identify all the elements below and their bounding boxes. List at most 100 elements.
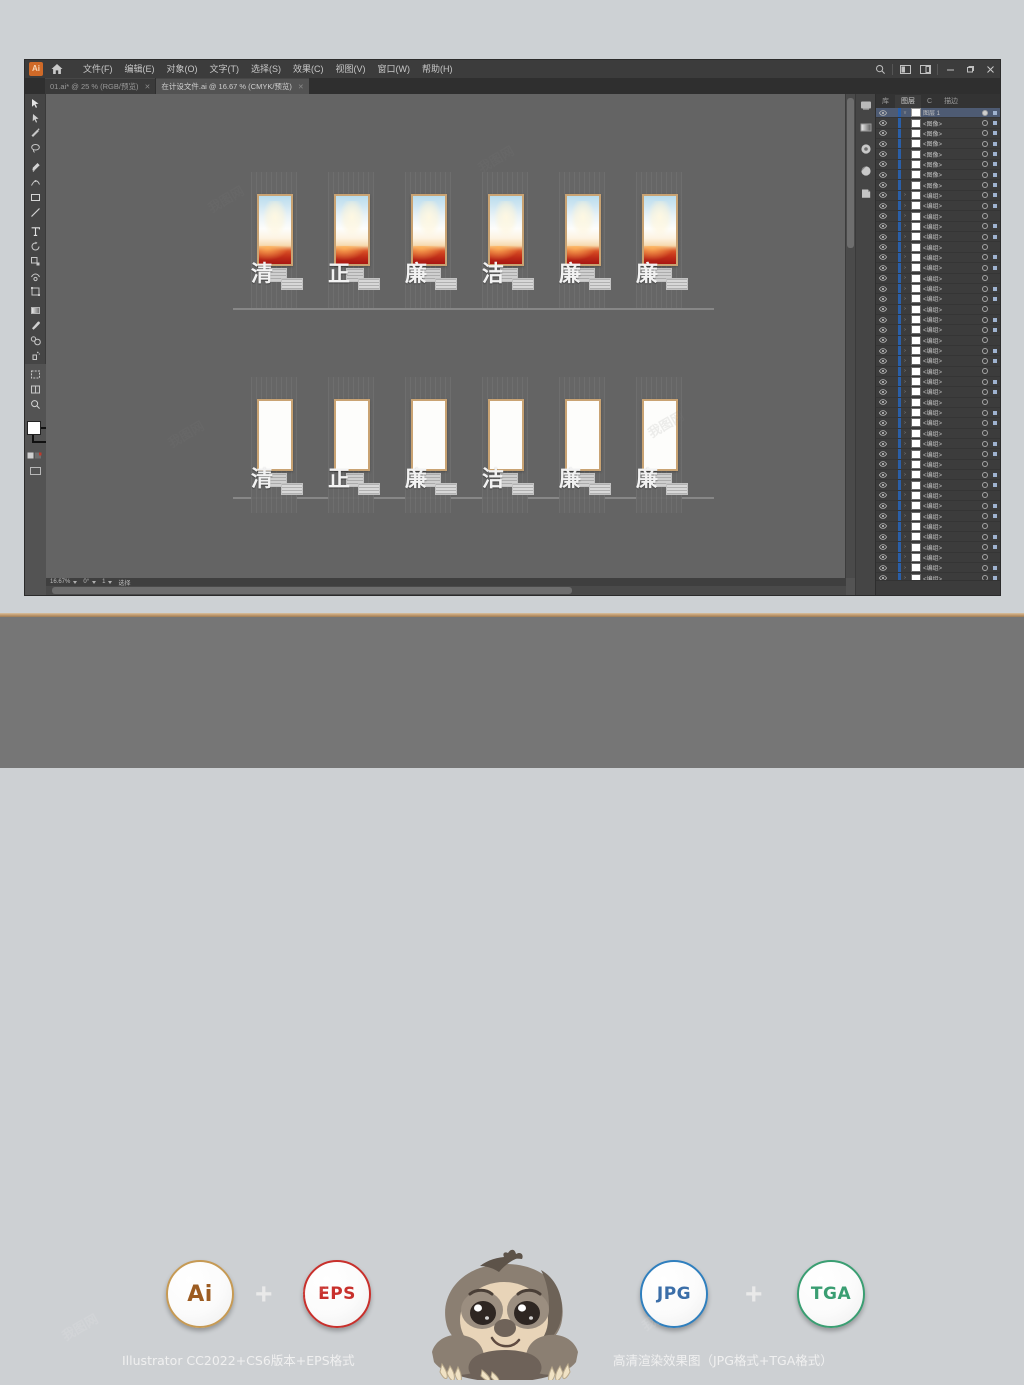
scale-tool[interactable]	[25, 254, 45, 269]
poster-frame[interactable]	[334, 194, 370, 266]
chevron-right-icon[interactable]: ›	[901, 379, 909, 385]
chevron-right-icon[interactable]: ›	[901, 513, 909, 519]
close-icon[interactable]: ✕	[144, 83, 150, 91]
poster-frame[interactable]	[565, 399, 601, 471]
banner-unit[interactable]: 廉	[559, 377, 617, 513]
menu-edit[interactable]: 编辑(E)	[119, 60, 161, 78]
target-indicator[interactable]	[980, 295, 990, 302]
artboard[interactable]: 清正廉洁廉廉清正廉洁廉廉	[46, 94, 855, 578]
target-indicator[interactable]	[980, 223, 990, 230]
eye-icon[interactable]	[876, 461, 889, 468]
workspace-icon[interactable]	[915, 60, 935, 78]
chevron-right-icon[interactable]: ›	[901, 213, 909, 219]
target-indicator[interactable]	[980, 388, 990, 395]
eye-icon[interactable]	[876, 368, 889, 375]
eye-icon[interactable]	[876, 316, 889, 323]
chevron-right-icon[interactable]: ›	[901, 544, 909, 550]
rotation-value[interactable]: 0°	[83, 579, 97, 585]
target-indicator[interactable]	[980, 254, 990, 261]
target-indicator[interactable]	[980, 326, 990, 333]
menu-select[interactable]: 选择(S)	[245, 60, 287, 78]
chevron-right-icon[interactable]: ›	[901, 192, 909, 198]
layer-row[interactable]: › <编组>	[876, 190, 1000, 202]
search-icon[interactable]	[870, 60, 890, 78]
layer-row[interactable]: <图像>	[876, 170, 1000, 181]
eye-icon[interactable]	[876, 564, 889, 571]
eye-icon[interactable]	[876, 265, 889, 271]
layer-row[interactable]: v 图层 1	[876, 108, 1000, 119]
menu-file[interactable]: 文件(F)	[77, 60, 119, 78]
panel-tab-properties[interactable]: 库	[876, 95, 895, 108]
zoom-tool[interactable]	[25, 397, 45, 412]
layers-panel-footer[interactable]	[876, 580, 1000, 595]
eyedropper-tool[interactable]	[25, 318, 45, 333]
layer-row[interactable]: › <编组>	[876, 366, 1000, 377]
layer-row[interactable]: › <编组>	[876, 439, 1000, 450]
free-transform-tool[interactable]	[25, 284, 45, 299]
chevron-right-icon[interactable]: ›	[901, 244, 909, 250]
rectangle-tool[interactable]	[25, 190, 45, 205]
banner-unit[interactable]: 廉	[636, 172, 694, 308]
eye-icon[interactable]	[876, 482, 889, 488]
curvature-tool[interactable]	[25, 175, 45, 190]
eye-icon[interactable]	[876, 378, 889, 385]
chevron-right-icon[interactable]: ›	[901, 317, 909, 323]
zoom-level[interactable]: 16.67%	[50, 579, 78, 585]
eye-icon[interactable]	[876, 120, 889, 126]
close-icon[interactable]	[980, 60, 1000, 78]
layers-list[interactable]: v 图层 1 <图像> <图像> <图像> <图像> <图像> <图像> <图像> › <编组> › <…	[876, 108, 1000, 581]
eye-icon[interactable]	[876, 285, 889, 292]
symbol-sprayer-tool[interactable]	[25, 348, 45, 363]
target-indicator[interactable]	[980, 337, 990, 344]
close-icon[interactable]: ✕	[298, 83, 304, 91]
menu-type[interactable]: 文字(T)	[204, 60, 246, 78]
layer-row[interactable]: › <编组>	[876, 552, 1000, 564]
layer-row[interactable]: › <编组>	[876, 304, 1000, 315]
target-indicator[interactable]	[980, 130, 990, 137]
poster-frame[interactable]	[488, 194, 524, 266]
line-segment-tool[interactable]	[25, 205, 45, 220]
layer-row[interactable]: › <编组>	[876, 294, 1000, 305]
eye-icon[interactable]	[876, 502, 889, 509]
eye-icon[interactable]	[876, 233, 889, 240]
target-indicator[interactable]	[980, 368, 990, 375]
rotate-tool[interactable]	[25, 239, 45, 254]
layer-row[interactable]: › <编组>	[876, 511, 1000, 522]
eye-icon[interactable]	[876, 130, 889, 137]
banner-unit[interactable]: 廉	[405, 172, 463, 308]
document-tab-2[interactable]: 在计设文件.ai @ 16.67 % (CMYK/预览) ✕	[156, 78, 309, 94]
panel-tab-stroke[interactable]: 描边	[938, 95, 964, 108]
color-mode-buttons[interactable]	[25, 449, 45, 461]
chevron-right-icon[interactable]: ›	[901, 254, 909, 260]
chevron-right-icon[interactable]: ›	[901, 296, 909, 302]
poster-frame[interactable]	[642, 399, 678, 471]
target-indicator[interactable]	[980, 182, 990, 189]
layer-row[interactable]: › <编组>	[876, 263, 1000, 274]
target-indicator[interactable]	[980, 451, 990, 458]
chevron-right-icon[interactable]: ›	[901, 203, 909, 209]
poster-frame[interactable]	[488, 399, 524, 471]
target-indicator[interactable]	[980, 285, 990, 292]
layer-row[interactable]: <图像>	[876, 149, 1000, 160]
eye-icon[interactable]	[876, 533, 889, 540]
chevron-right-icon[interactable]: ›	[901, 472, 909, 478]
poster-frame[interactable]	[257, 194, 293, 266]
eye-icon[interactable]	[876, 430, 889, 437]
chevron-right-icon[interactable]: ›	[901, 461, 909, 467]
chevron-right-icon[interactable]: ›	[901, 234, 909, 240]
target-indicator[interactable]	[980, 492, 990, 499]
layer-row[interactable]: › <编组>	[876, 325, 1000, 336]
target-indicator[interactable]	[980, 109, 990, 116]
layer-row[interactable]: › <编组>	[876, 563, 1000, 574]
chevron-right-icon[interactable]: ›	[901, 327, 909, 333]
layer-row[interactable]: <图像>	[876, 139, 1000, 150]
layer-row[interactable]: › <编组>	[876, 273, 1000, 284]
target-indicator[interactable]	[980, 213, 990, 220]
banner-unit[interactable]: 洁	[482, 172, 540, 308]
banner-unit[interactable]: 清	[251, 377, 309, 513]
artboard-navigation[interactable]: 1	[102, 579, 113, 585]
eye-icon[interactable]	[876, 327, 889, 333]
chevron-right-icon[interactable]: ›	[901, 441, 909, 447]
target-indicator[interactable]	[980, 554, 990, 561]
layer-row[interactable]: › <编组>	[876, 459, 1000, 471]
